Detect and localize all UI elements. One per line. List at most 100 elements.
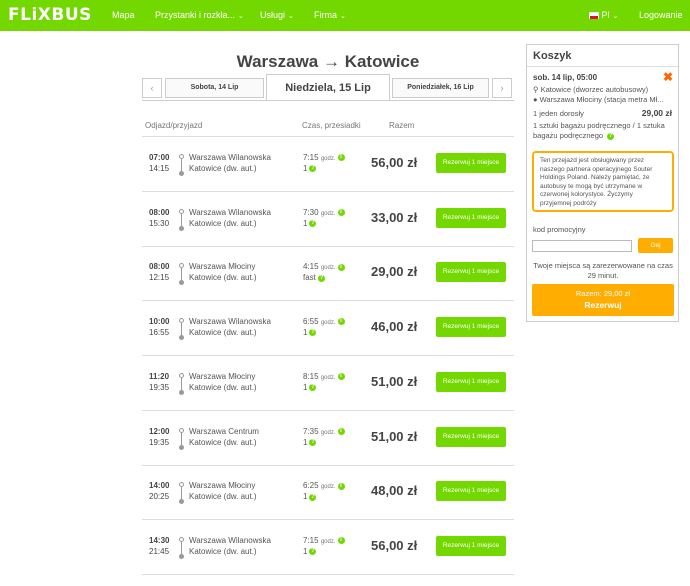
info-icon[interactable]: ? bbox=[309, 329, 317, 337]
trip-duration: 7:35 godz. i bbox=[303, 427, 345, 436]
cart-panel: Koszyk sob. 14 lip, 05:00 ✖ ⚲ Katowice (… bbox=[526, 44, 679, 322]
transfers: 1? bbox=[303, 547, 317, 556]
duration-value: 7:15 bbox=[303, 153, 319, 162]
cart-stop-to-label: Warszawa Młociny (stacja metra Mł... bbox=[539, 95, 664, 104]
connection-row: 14:30 21:45 Warszawa Wilanowska Katowice… bbox=[142, 520, 514, 575]
trip-price: 29,00 zł bbox=[371, 264, 418, 280]
arrival-station: Katowice (dw. aut.) bbox=[189, 492, 257, 502]
info-icon[interactable]: i bbox=[337, 482, 345, 490]
cart-trip-date: sob. 14 lip, 05:00 bbox=[533, 73, 598, 82]
transfers: 1? bbox=[303, 219, 317, 228]
nav-services[interactable]: Usługi ⌄ bbox=[260, 10, 294, 20]
tab-next-day[interactable]: Poniedziałek, 16 Lip bbox=[392, 78, 489, 98]
trip-price: 48,00 zł bbox=[371, 483, 418, 499]
nav-company[interactable]: Firma ⌄ bbox=[314, 10, 346, 20]
book-seat-button[interactable]: Rezerwuj 1 miejsce bbox=[436, 153, 506, 173]
checkout-label: Rezerwuj bbox=[584, 300, 622, 310]
nav-map-label: Mapa bbox=[112, 10, 135, 20]
duration-unit: godz. bbox=[320, 538, 336, 545]
checkout-button[interactable]: Razem: 29,00 zł Rezerwuj bbox=[532, 284, 674, 316]
next-day-arrow[interactable]: › bbox=[492, 78, 512, 98]
departure-time: 10:00 bbox=[149, 317, 170, 327]
book-seat-button[interactable]: Rezerwuj 1 miejsce bbox=[436, 535, 506, 556]
stop-pin-icon bbox=[178, 427, 185, 450]
book-seat-button[interactable]: Rezerwuj 1 miejsce bbox=[436, 317, 506, 338]
arrival-station: Katowice (dw. aut.) bbox=[189, 328, 257, 338]
book-seat-button[interactable]: Rezerwuj 1 miejsce bbox=[436, 207, 506, 228]
stop-pin-icon bbox=[178, 318, 185, 341]
info-icon[interactable]: ? bbox=[317, 274, 325, 282]
info-icon[interactable]: ? bbox=[309, 384, 317, 392]
duration-value: 7:35 bbox=[303, 426, 319, 436]
connection-row: 14:00 20:25 Warszawa Młociny Katowice (d… bbox=[142, 465, 514, 521]
cart-stop-from: ⚲ Katowice (dworzec autobusowy) bbox=[533, 85, 649, 94]
connection-row: 11:20 19:35 Warszawa Młociny Katowice (d… bbox=[142, 356, 514, 411]
nav-stops[interactable]: Przystanki i rozkła... ⌄ bbox=[155, 10, 244, 20]
arrival-time: 14:15 bbox=[149, 164, 170, 173]
login-link[interactable]: Logowanie bbox=[639, 10, 683, 20]
top-navigation: FLiXBUS Mapa Przystanki i rozkła... ⌄ Usł… bbox=[0, 0, 690, 31]
promo-code-input[interactable] bbox=[532, 240, 632, 252]
flixbus-logo[interactable]: FLiXBUS bbox=[8, 5, 92, 25]
info-icon[interactable]: ? bbox=[309, 548, 317, 556]
connection-row: 10:00 16:55 Warszawa Wilanowska Katowice… bbox=[142, 301, 514, 357]
arrival-time: 19:35 bbox=[149, 382, 170, 392]
info-icon[interactable]: ? bbox=[309, 438, 317, 446]
book-seat-button[interactable]: Rezerwuj 1 miejsce bbox=[436, 371, 506, 392]
nav-map[interactable]: Mapa bbox=[112, 10, 135, 20]
info-icon[interactable]: ? bbox=[309, 493, 317, 501]
info-icon[interactable]: i bbox=[337, 427, 345, 435]
column-total: Razem bbox=[389, 121, 415, 130]
departure-time: 11:20 bbox=[149, 371, 170, 381]
language-label: Pl bbox=[601, 10, 610, 20]
book-seat-button[interactable]: Rezerwuj 1 miejsce bbox=[436, 262, 506, 283]
info-icon[interactable]: i bbox=[337, 318, 345, 326]
info-icon[interactable]: i bbox=[337, 209, 345, 217]
departure-time: 08:00 bbox=[149, 262, 170, 272]
transfers-value: 1 bbox=[303, 328, 308, 338]
prev-day-arrow[interactable]: ‹ bbox=[142, 78, 162, 98]
tab-prev-day[interactable]: Sobota, 14 Lip bbox=[165, 78, 264, 98]
arrival-time: 19:35 bbox=[149, 437, 170, 447]
stop-pin-icon bbox=[178, 263, 185, 286]
trip-duration: 7:15 godz. i bbox=[303, 153, 345, 162]
reservation-timer: Twoje miejsca są zarezerwowane na czas 2… bbox=[533, 261, 673, 280]
arrival-time: 12:15 bbox=[149, 273, 170, 283]
book-seat-button[interactable]: Rezerwuj 1 miejsce bbox=[436, 481, 506, 502]
info-icon[interactable]: i bbox=[337, 537, 345, 545]
language-selector[interactable]: Pl ⌄ bbox=[589, 10, 618, 20]
duration-value: 6:55 bbox=[303, 317, 319, 327]
arrival-station: Katowice (dw. aut.) bbox=[189, 164, 257, 173]
cart-baggage-label: 1 sztuki bagażu podręcznego / 1 sztuka b… bbox=[533, 121, 665, 140]
trip-duration: 6:25 godz. i bbox=[303, 481, 345, 490]
departure-station: Warszawa Wilanowska bbox=[189, 207, 271, 217]
book-seat-button[interactable]: Rezerwuj 1 miejsce bbox=[436, 426, 506, 447]
info-icon[interactable]: i bbox=[337, 373, 345, 381]
info-icon[interactable]: ? bbox=[607, 132, 615, 140]
arrival-station: Katowice (dw. aut.) bbox=[189, 218, 257, 228]
departure-station: Warszawa Wilanowska bbox=[189, 317, 271, 327]
arrival-time: 21:45 bbox=[149, 546, 170, 556]
info-icon[interactable]: ? bbox=[309, 165, 317, 173]
trip-duration: 4:15 godz. i bbox=[303, 262, 345, 271]
trip-price: 33,00 zł bbox=[371, 209, 418, 225]
info-icon[interactable]: ? bbox=[309, 220, 317, 228]
transfers-value: 1 bbox=[303, 164, 308, 173]
departure-station: Warszawa Centrum bbox=[189, 426, 259, 436]
departure-time: 14:30 bbox=[149, 535, 170, 545]
trip-price: 56,00 zł bbox=[371, 155, 418, 170]
transfers: 1? bbox=[303, 328, 317, 338]
promo-apply-button[interactable]: Gej bbox=[638, 238, 673, 253]
chevron-down-icon: ⌄ bbox=[288, 13, 294, 20]
tab-divider bbox=[142, 100, 514, 101]
departure-time: 07:00 bbox=[149, 153, 170, 162]
transfers: fast? bbox=[303, 273, 325, 282]
info-icon[interactable]: i bbox=[337, 154, 345, 162]
tab-current-day[interactable]: Niedziela, 15 Lip bbox=[266, 74, 390, 101]
close-icon[interactable]: ✖ bbox=[663, 71, 673, 83]
info-icon[interactable]: i bbox=[337, 263, 345, 271]
cart-stop-to: ● Warszawa Młociny (stacja metra Mł... bbox=[533, 95, 664, 104]
flag-icon bbox=[589, 12, 599, 20]
route-title: Warszawa → Katowice bbox=[236, 52, 420, 71]
trip-duration: 7:15 godz. i bbox=[303, 536, 345, 545]
